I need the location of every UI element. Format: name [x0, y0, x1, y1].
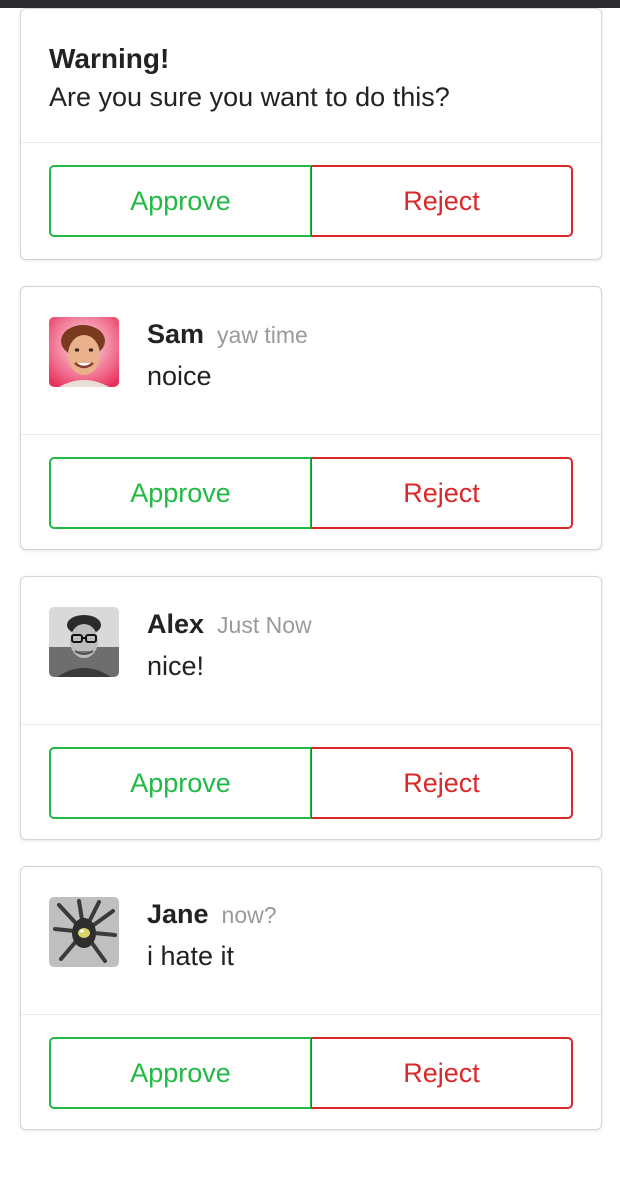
- comment-header: Sam yaw time: [147, 314, 308, 355]
- comment-header: Jane now?: [147, 894, 277, 935]
- comment: Jane now? i hate it: [49, 894, 573, 977]
- comment-content: Sam yaw time noice: [147, 314, 308, 397]
- comment-card: Sam yaw time noice Approve Reject: [20, 286, 602, 550]
- comment-author[interactable]: Jane: [147, 894, 209, 934]
- avatar: [49, 607, 119, 677]
- comment-actions: Approve Reject: [21, 435, 601, 549]
- comment-timestamp: now?: [221, 902, 277, 928]
- comment-actions: Approve Reject: [21, 1015, 601, 1129]
- comment-text: noice: [147, 361, 212, 391]
- comment-content: Alex Just Now nice!: [147, 604, 312, 687]
- warning-actions: Approve Reject: [21, 143, 601, 257]
- reject-button[interactable]: Reject: [311, 165, 573, 237]
- reject-button[interactable]: Reject: [311, 1037, 573, 1109]
- approve-button[interactable]: Approve: [49, 1037, 311, 1109]
- approve-reject-group: Approve Reject: [49, 165, 573, 237]
- comment-card: Jane now? i hate it Approve Reject: [20, 866, 602, 1130]
- reject-button[interactable]: Reject: [311, 457, 573, 529]
- comment-actions: Approve Reject: [21, 725, 601, 839]
- comment-body: Jane now? i hate it: [21, 867, 601, 1015]
- avatar-photo-icon: [49, 317, 119, 387]
- comment-content: Jane now? i hate it: [147, 894, 277, 977]
- comment-body: Alex Just Now nice!: [21, 577, 601, 725]
- avatar-photo-icon: [49, 607, 119, 677]
- comment-text: i hate it: [147, 941, 235, 971]
- avatar: [49, 897, 119, 967]
- card-list: Warning! Are you sure you want to do thi…: [20, 8, 602, 1156]
- comment: Sam yaw time noice: [49, 314, 573, 397]
- warning-text: Are you sure you want to do this?: [49, 82, 450, 112]
- avatar-robot-icon: [49, 897, 119, 967]
- warning-body: Warning! Are you sure you want to do thi…: [21, 9, 601, 143]
- comment-body: Sam yaw time noice: [21, 287, 601, 435]
- approve-button[interactable]: Approve: [49, 457, 311, 529]
- approve-reject-group: Approve Reject: [49, 457, 573, 529]
- comment-header: Alex Just Now: [147, 604, 312, 645]
- approve-button[interactable]: Approve: [49, 165, 311, 237]
- comment-card: Alex Just Now nice! Approve Reject: [20, 576, 602, 840]
- reject-button[interactable]: Reject: [311, 747, 573, 819]
- comment: Alex Just Now nice!: [49, 604, 573, 687]
- approve-reject-group: Approve Reject: [49, 747, 573, 819]
- comment-author[interactable]: Sam: [147, 314, 204, 354]
- comment-timestamp: yaw time: [217, 322, 308, 348]
- avatar: [49, 317, 119, 387]
- comment-text: nice!: [147, 651, 205, 681]
- comment-timestamp: Just Now: [217, 612, 312, 638]
- comment-author[interactable]: Alex: [147, 604, 204, 644]
- warning-title: Warning!: [49, 43, 170, 74]
- warning-card: Warning! Are you sure you want to do thi…: [20, 8, 602, 260]
- top-bar: [0, 0, 620, 8]
- approve-button[interactable]: Approve: [49, 747, 311, 819]
- approve-reject-group: Approve Reject: [49, 1037, 573, 1109]
